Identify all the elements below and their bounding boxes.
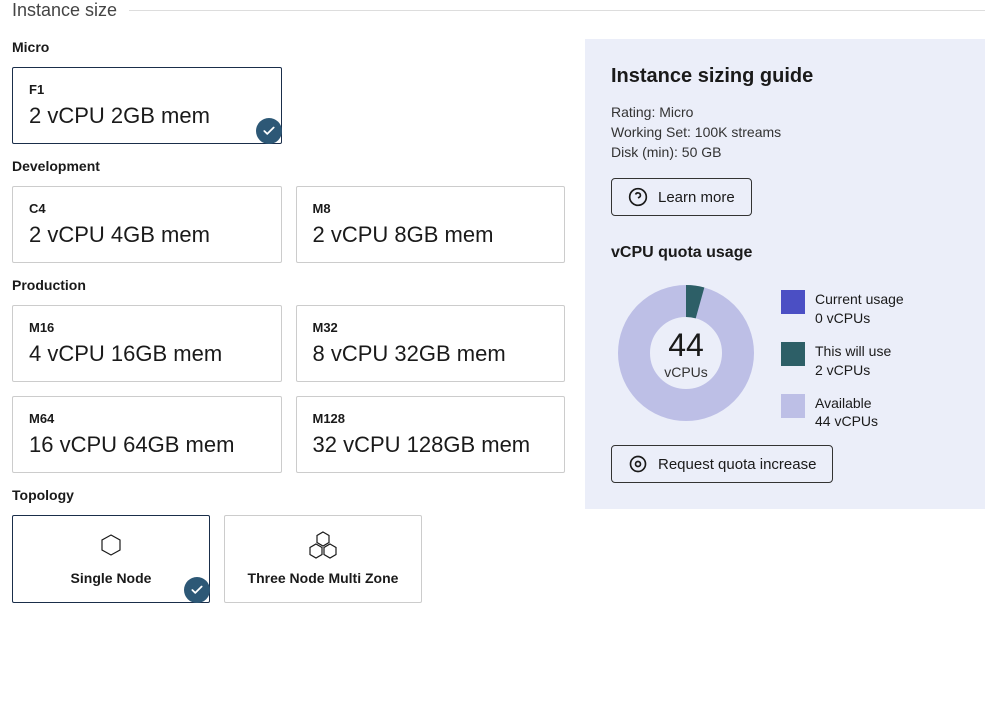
help-circle-icon bbox=[628, 187, 648, 207]
selected-check-icon bbox=[184, 577, 210, 603]
legend-swatch bbox=[781, 342, 805, 366]
size-card-m8[interactable]: M8 2 vCPU 8GB mem bbox=[296, 186, 566, 263]
size-spec: 2 vCPU 2GB mem bbox=[29, 103, 265, 129]
legend-item-current: Current usage 0 vCPUs bbox=[781, 290, 904, 328]
topology-card-single-node[interactable]: Single Node bbox=[12, 515, 210, 603]
size-code: M32 bbox=[313, 320, 549, 335]
divider bbox=[129, 10, 985, 11]
size-card-m128[interactable]: M128 32 vCPU 128GB mem bbox=[296, 396, 566, 473]
size-code: M8 bbox=[313, 201, 549, 216]
size-card-m64[interactable]: M64 16 vCPU 64GB mem bbox=[12, 396, 282, 473]
working-set-row: Working Set: 100K streams bbox=[611, 124, 959, 140]
instance-size-column: Micro F1 2 vCPU 2GB mem Development C4 2… bbox=[12, 39, 565, 623]
size-card-m32[interactable]: M32 8 vCPU 32GB mem bbox=[296, 305, 566, 382]
group-label-production: Production bbox=[12, 277, 565, 293]
size-spec: 4 vCPU 16GB mem bbox=[29, 341, 265, 367]
size-spec: 2 vCPU 8GB mem bbox=[313, 222, 549, 248]
quota-center-unit: vCPUs bbox=[664, 364, 708, 380]
size-code: M128 bbox=[313, 411, 549, 426]
rating-row: Rating: Micro bbox=[611, 104, 959, 120]
topology-label: Three Node Multi Zone bbox=[247, 570, 399, 586]
topology-label: Single Node bbox=[35, 570, 187, 586]
selected-check-icon bbox=[256, 118, 282, 144]
size-spec: 32 vCPU 128GB mem bbox=[313, 432, 549, 458]
legend-item-available: Available 44 vCPUs bbox=[781, 394, 904, 432]
group-label-development: Development bbox=[12, 158, 565, 174]
size-card-c4[interactable]: C4 2 vCPU 4GB mem bbox=[12, 186, 282, 263]
group-label-micro: Micro bbox=[12, 39, 565, 55]
size-code: C4 bbox=[29, 201, 265, 216]
sizing-guide-title: Instance sizing guide bbox=[611, 65, 959, 88]
target-icon bbox=[628, 454, 648, 474]
size-code: F1 bbox=[29, 82, 265, 97]
learn-more-button[interactable]: Learn more bbox=[611, 178, 752, 216]
topology-card-three-node[interactable]: Three Node Multi Zone bbox=[224, 515, 422, 603]
disk-row: Disk (min): 50 GB bbox=[611, 144, 959, 160]
size-code: M16 bbox=[29, 320, 265, 335]
quota-donut-chart: 44 vCPUs bbox=[611, 278, 761, 428]
request-quota-button[interactable]: Request quota increase bbox=[611, 445, 833, 483]
hexagon-icon bbox=[35, 530, 187, 560]
section-title: Instance size bbox=[12, 0, 117, 21]
legend-swatch bbox=[781, 394, 805, 418]
group-label-topology: Topology bbox=[12, 487, 565, 503]
size-card-f1[interactable]: F1 2 vCPU 2GB mem bbox=[12, 67, 282, 144]
quota-legend: Current usage 0 vCPUs This will use 2 vC… bbox=[781, 278, 904, 431]
quota-title: vCPU quota usage bbox=[611, 244, 959, 262]
section-header: Instance size bbox=[12, 0, 985, 21]
size-code: M64 bbox=[29, 411, 265, 426]
hexagon-cluster-icon bbox=[247, 530, 399, 560]
legend-swatch bbox=[781, 290, 805, 314]
size-spec: 8 vCPU 32GB mem bbox=[313, 341, 549, 367]
size-card-m16[interactable]: M16 4 vCPU 16GB mem bbox=[12, 305, 282, 382]
size-spec: 2 vCPU 4GB mem bbox=[29, 222, 265, 248]
sizing-guide-panel: Instance sizing guide Rating: Micro Work… bbox=[585, 39, 985, 509]
quota-center-number: 44 bbox=[668, 327, 704, 364]
size-spec: 16 vCPU 64GB mem bbox=[29, 432, 265, 458]
legend-item-this-will-use: This will use 2 vCPUs bbox=[781, 342, 904, 380]
